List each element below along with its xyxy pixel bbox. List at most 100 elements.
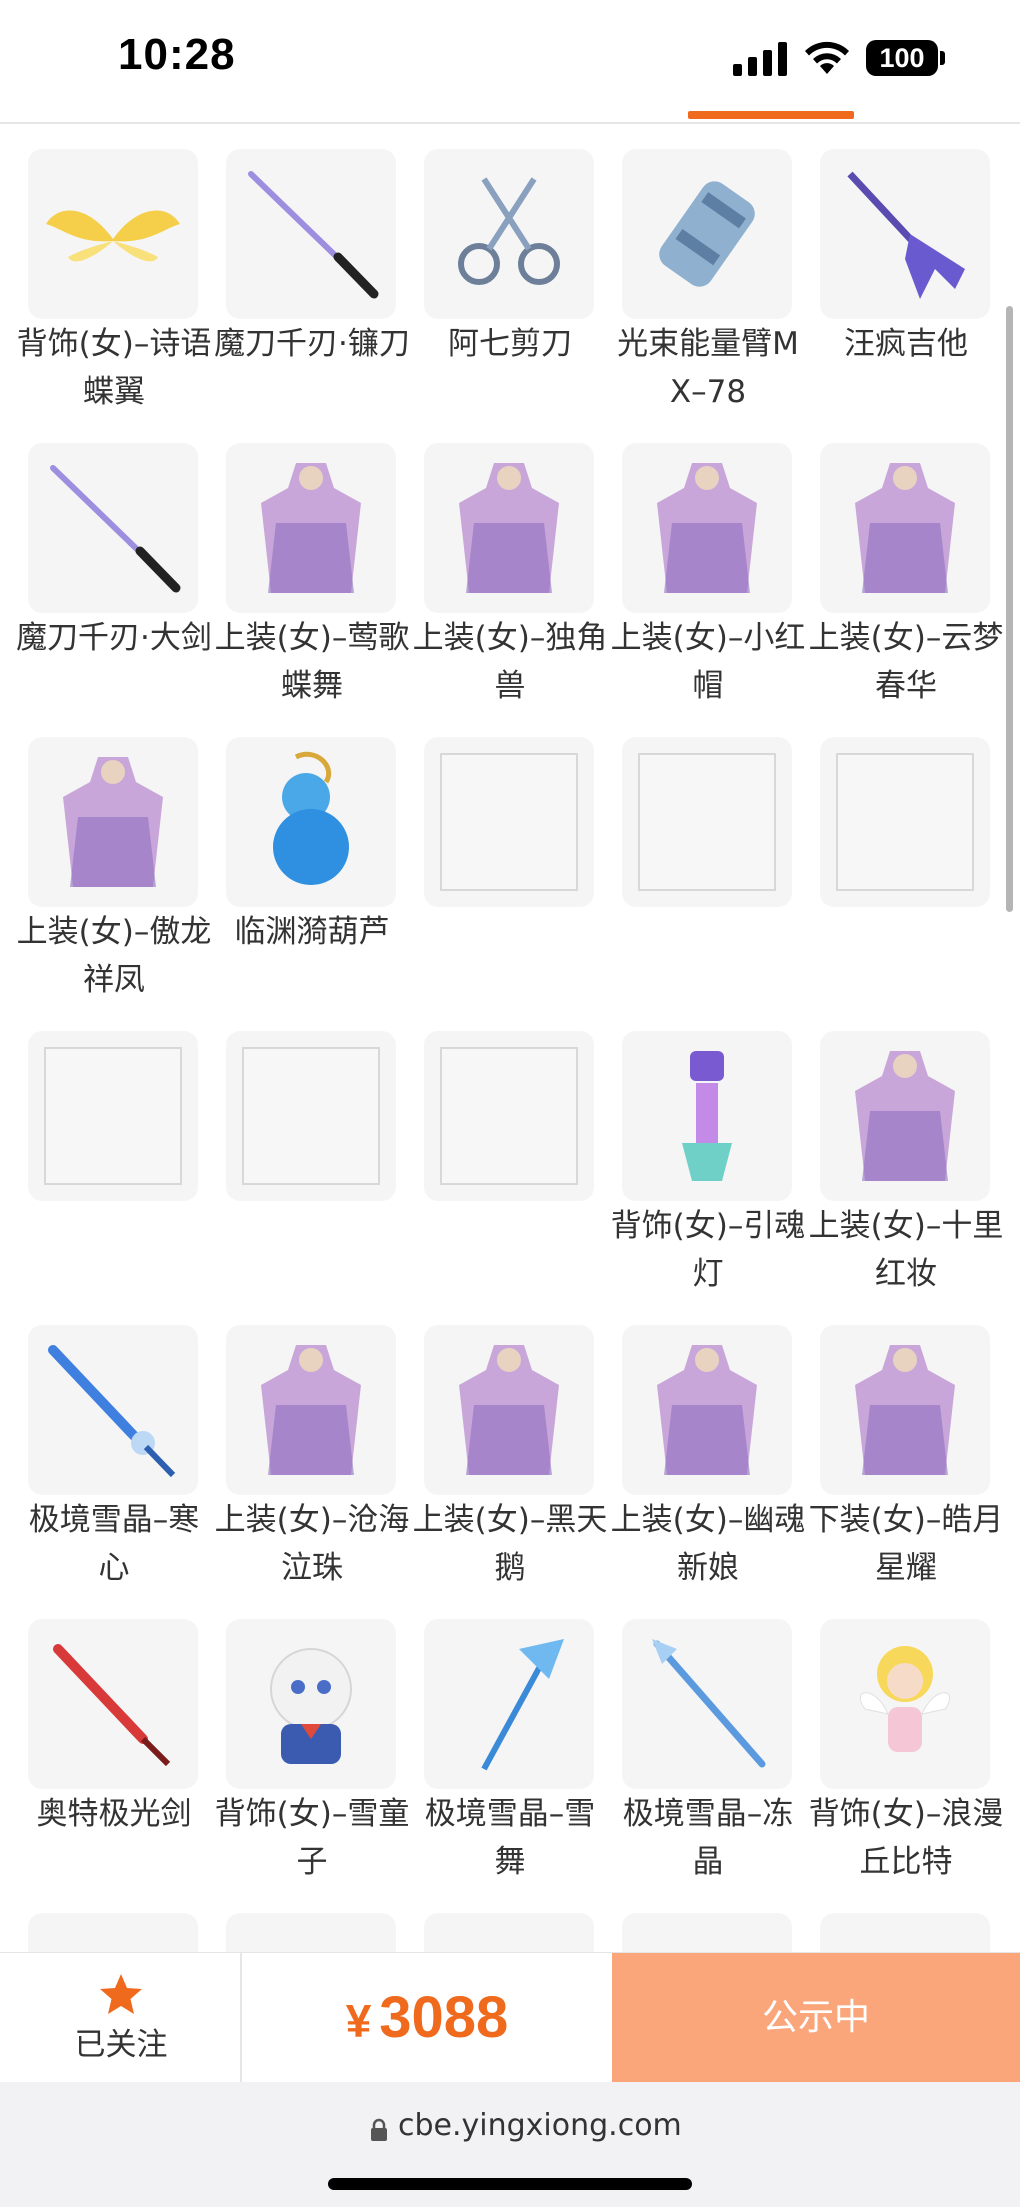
home-indicator[interactable]	[328, 2178, 692, 2190]
item-name: 阿七剪刀	[448, 326, 572, 362]
item-thumbnail[interactable]	[820, 737, 990, 907]
item-thumbnail[interactable]	[622, 1619, 792, 1789]
item-thumbnail[interactable]	[28, 1325, 198, 1495]
item-thumbnail[interactable]	[820, 1913, 990, 1952]
item-thumbnail[interactable]	[622, 149, 792, 319]
item-card[interactable]: 极境雪晶–寒心	[0, 1300, 199, 1594]
plush-icon	[270, 1648, 352, 1764]
item-thumbnail[interactable]	[226, 1325, 396, 1495]
item-thumbnail[interactable]	[820, 443, 990, 613]
item-name: 极境雪晶–寒心	[28, 1502, 200, 1586]
item-thumbnail[interactable]	[424, 737, 594, 907]
item-card[interactable]: 奥特极光剑	[0, 1594, 198, 1888]
follow-label: 已关注	[74, 2027, 168, 2063]
energy-arm-icon	[659, 181, 755, 287]
item-card[interactable]	[792, 1888, 990, 1952]
cupid-icon	[859, 1646, 951, 1752]
item-name: 上装(女)–沧海泣珠	[214, 1502, 410, 1586]
item-thumbnail[interactable]	[28, 1913, 198, 1952]
item-card[interactable]	[792, 712, 990, 1006]
item-card[interactable]: 上装(女)–小红帽	[594, 418, 805, 712]
cellular-signal-icon	[733, 42, 787, 76]
active-tab-indicator	[688, 111, 854, 119]
item-card[interactable]: 极境雪晶–雪舞	[396, 1594, 595, 1888]
price: ¥3088	[242, 1953, 612, 2083]
item-card[interactable]: 上装(女)–莺歌蝶舞	[198, 418, 409, 712]
item-card[interactable]: 临渊漪葫芦	[198, 712, 396, 1006]
item-thumbnail[interactable]	[424, 149, 594, 319]
scrollbar[interactable]	[1006, 306, 1013, 912]
item-card[interactable]: 上装(女)–十里红妆	[792, 1006, 1003, 1300]
katana-icon	[248, 171, 379, 299]
item-thumbnail[interactable]	[622, 1325, 792, 1495]
item-thumbnail[interactable]	[28, 149, 198, 319]
follow-button[interactable]: 已关注	[0, 1953, 242, 2083]
item-thumbnail[interactable]	[424, 1619, 594, 1789]
outfit-icon	[459, 463, 559, 593]
item-thumbnail[interactable]	[28, 737, 198, 907]
partial-item-icon	[28, 1913, 198, 1952]
item-card[interactable]: 魔刀千刃·镰刀	[198, 124, 410, 418]
item-thumbnail[interactable]	[424, 1325, 594, 1495]
item-card[interactable]	[0, 1006, 198, 1300]
item-card[interactable]	[0, 1888, 198, 1952]
item-thumbnail[interactable]	[820, 1031, 990, 1201]
item-card[interactable]	[198, 1888, 396, 1952]
item-card[interactable]: 汪疯吉他	[792, 124, 990, 418]
item-thumbnail[interactable]	[28, 1031, 198, 1201]
item-thumbnail[interactable]	[820, 149, 990, 319]
item-card[interactable]: 上装(女)–沧海泣珠	[198, 1300, 409, 1594]
item-name: 极境雪晶–冻晶	[622, 1796, 794, 1880]
public-display-button[interactable]: 公示中	[612, 1953, 1020, 2083]
item-card[interactable]: 下装(女)–皓月星耀	[792, 1300, 1003, 1594]
item-thumbnail[interactable]	[28, 1619, 198, 1789]
item-thumbnail[interactable]	[226, 1031, 396, 1201]
item-card[interactable]: 光束能量臂MX–78	[594, 124, 799, 418]
item-card[interactable]: 上装(女)–云梦春华	[792, 418, 1003, 712]
item-thumbnail[interactable]	[226, 1913, 396, 1952]
item-card[interactable]	[396, 1006, 594, 1300]
item-card[interactable]: 阿七剪刀	[396, 124, 594, 418]
item-card[interactable]: 背饰(女)–浪漫丘比特	[792, 1594, 1003, 1888]
battery-level: 100	[866, 40, 938, 76]
scissors-icon	[458, 177, 560, 285]
item-thumbnail[interactable]	[226, 1619, 396, 1789]
item-thumbnail[interactable]	[226, 737, 396, 907]
item-thumbnail[interactable]	[622, 737, 792, 907]
item-thumbnail[interactable]	[424, 1913, 594, 1952]
item-card[interactable]	[594, 1888, 792, 1952]
item-thumbnail[interactable]	[820, 1619, 990, 1789]
ice-sword-icon	[48, 1345, 176, 1478]
item-card[interactable]: 背饰(女)–雪童子	[198, 1594, 409, 1888]
item-card[interactable]: 上装(女)–傲龙祥凤	[0, 712, 211, 1006]
item-name: 上装(女)–十里红妆	[808, 1208, 1004, 1292]
item-card[interactable]: 背饰(女)–引魂灯	[594, 1006, 805, 1300]
item-card[interactable]	[396, 1888, 594, 1952]
item-thumbnail[interactable]	[424, 1031, 594, 1201]
item-card[interactable]	[396, 712, 594, 1006]
url-text[interactable]: cbe.yingxiong.com	[398, 2108, 682, 2143]
item-thumbnail[interactable]	[226, 149, 396, 319]
item-thumbnail[interactable]	[622, 443, 792, 613]
item-name: 奥特极光剑	[36, 1796, 192, 1832]
item-thumbnail[interactable]	[424, 443, 594, 613]
item-card[interactable]: 上装(女)–幽魂新娘	[594, 1300, 805, 1594]
item-card[interactable]: 上装(女)–独角兽	[396, 418, 607, 712]
item-thumbnail[interactable]	[28, 443, 198, 613]
placeholder-image-icon	[44, 1047, 182, 1185]
placeholder-image-icon	[242, 1047, 380, 1185]
sword-icon	[53, 1644, 171, 1767]
item-thumbnail[interactable]	[226, 443, 396, 613]
item-thumbnail[interactable]	[820, 1325, 990, 1495]
item-card[interactable]: 上装(女)–黑天鹅	[396, 1300, 607, 1594]
item-grid: 背饰(女)–诗语蝶翼 魔刀千刃·镰刀 阿七剪刀 光束能量臂MX–78 汪疯吉他魔刀千刃·…	[0, 124, 1020, 1952]
item-card[interactable]: 极境雪晶–冻晶	[594, 1594, 793, 1888]
item-card[interactable]: 魔刀千刃·大剑	[0, 418, 212, 712]
item-card[interactable]	[594, 712, 792, 1006]
item-thumbnail[interactable]	[622, 1031, 792, 1201]
item-card[interactable]	[198, 1006, 396, 1300]
lantern-icon	[682, 1051, 732, 1181]
item-thumbnail[interactable]	[622, 1913, 792, 1952]
item-name: 背饰(女)–引魂灯	[610, 1208, 806, 1292]
item-card[interactable]: 背饰(女)–诗语蝶翼	[0, 124, 211, 418]
